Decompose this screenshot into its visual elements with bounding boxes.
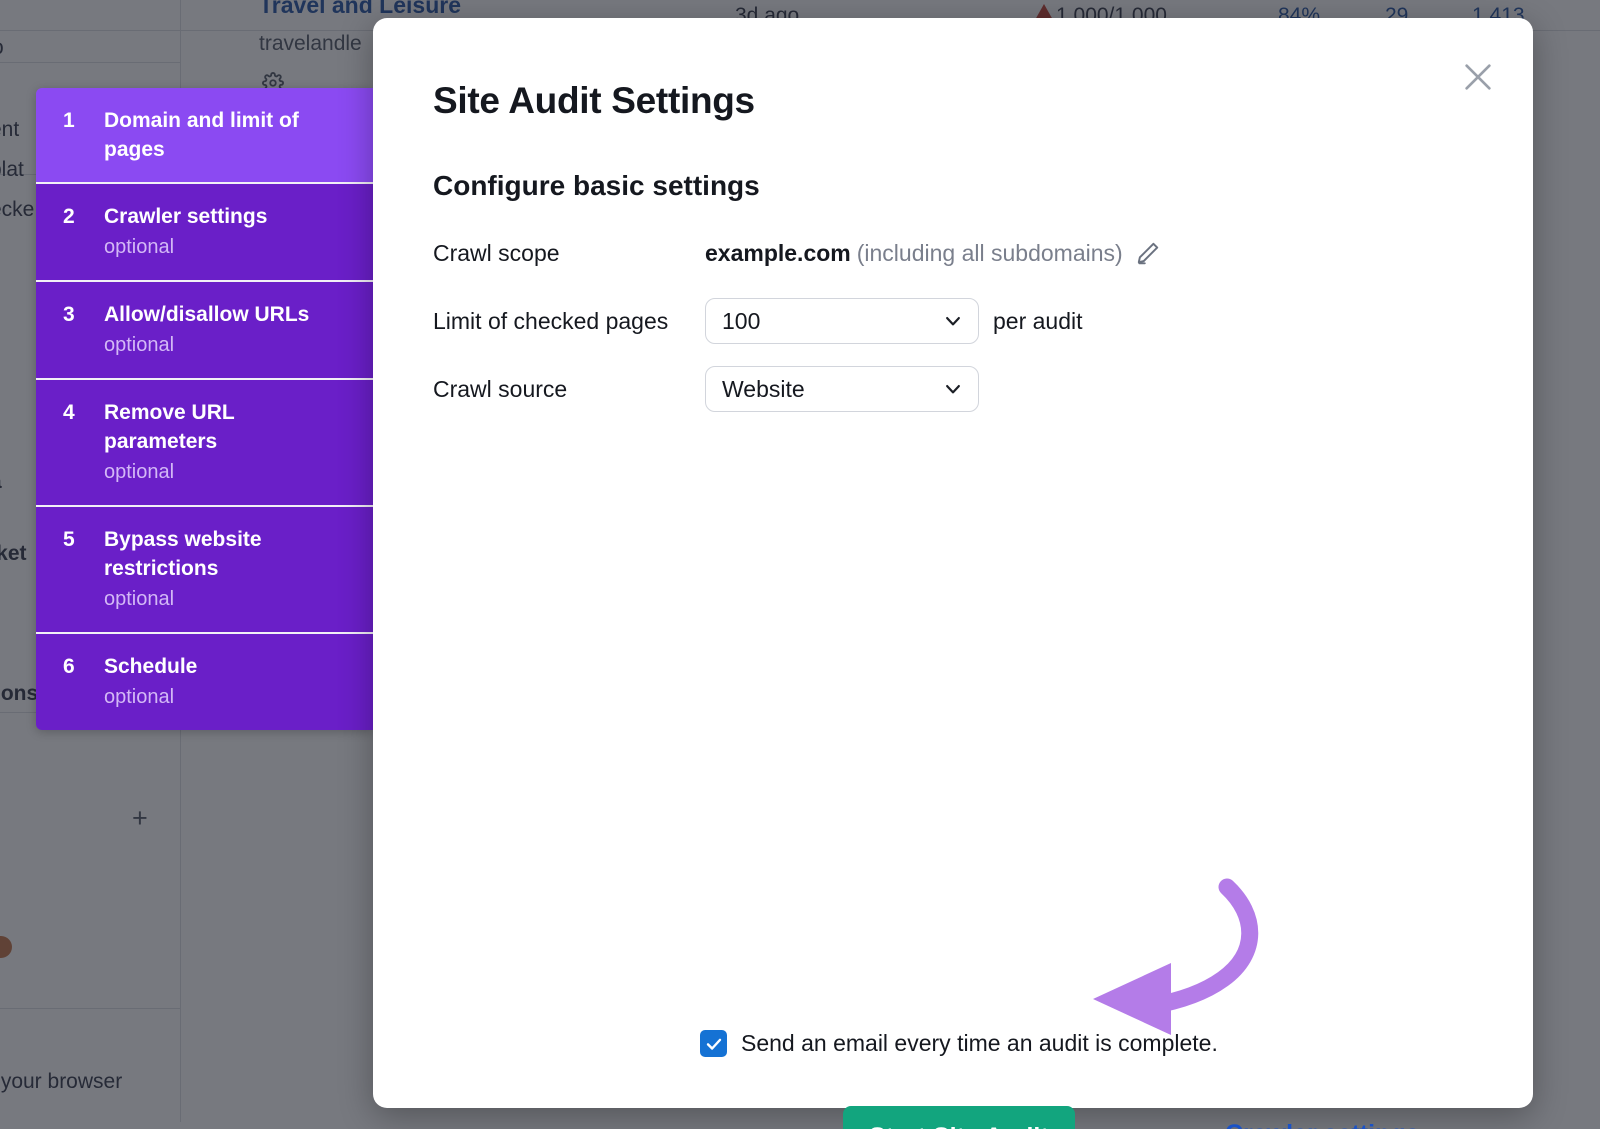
step-number: 2: [36, 202, 104, 262]
crawler-settings-link[interactable]: Crawler settings →: [1225, 1120, 1464, 1129]
sidebar-step-5[interactable]: 5 Bypass website restrictions optional: [36, 507, 373, 634]
step-title: Schedule: [104, 652, 319, 681]
email-notification-label: Send an email every time an audit is com…: [741, 1030, 1218, 1057]
step-number: 3: [36, 300, 104, 360]
step-number: 6: [36, 652, 104, 712]
pencil-icon[interactable]: [1135, 240, 1161, 266]
sidebar-step-2[interactable]: 2 Crawler settings optional: [36, 184, 373, 282]
crawl-scope-value: example.com: [705, 240, 851, 266]
avatar: [0, 936, 12, 958]
crawl-source-select-wrap: WebsiteSitemaps on siteEnter sitemap URL…: [705, 366, 979, 412]
site-audit-settings-modal: Site Audit Settings Configure basic sett…: [373, 18, 1533, 1108]
close-icon[interactable]: [1449, 48, 1507, 106]
step-title: Domain and limit of pages: [104, 106, 319, 164]
limit-of-checked-pages-row: Limit of checked pages 1005001,0005,0001…: [433, 298, 1493, 344]
step-title: Crawler settings: [104, 202, 319, 231]
crawl-source-row: Crawl source WebsiteSitemaps on siteEnte…: [433, 366, 1493, 412]
sidebar-step-6[interactable]: 6 Schedule optional: [36, 634, 373, 730]
limit-select[interactable]: 1005001,0005,00010,000: [705, 298, 979, 344]
email-notification-checkbox[interactable]: [700, 1030, 727, 1057]
limit-select-wrap: 1005001,0005,00010,000: [705, 298, 979, 344]
step-optional-label: optional: [104, 584, 357, 614]
divider: [0, 62, 180, 63]
plus-icon: +: [132, 803, 148, 834]
sidebar-step-1[interactable]: 1 Domain and limit of pages: [36, 88, 373, 184]
email-notification-row: Send an email every time an audit is com…: [700, 1030, 1218, 1057]
sidebar-step-3[interactable]: 3 Allow/disallow URLs optional: [36, 282, 373, 380]
background-fragment: ecke: [0, 198, 34, 222]
crawl-scope-value-group: example.com(including all subdomains): [705, 240, 1161, 267]
step-number: 4: [36, 398, 104, 487]
sidebar-step-4[interactable]: 4 Remove URL parameters optional: [36, 380, 373, 507]
background-fragment: tions: [0, 682, 38, 706]
step-title: Remove URL parameters: [104, 398, 319, 456]
step-optional-label: optional: [104, 232, 357, 262]
background-fragment: o: [0, 36, 4, 60]
start-site-audit-button[interactable]: Start Site Audit: [843, 1106, 1075, 1129]
background-site-url: travelandle: [259, 32, 362, 56]
page-title: Site Audit Settings: [433, 80, 755, 122]
step-optional-label: optional: [104, 682, 357, 712]
background-fragment: r your browser: [0, 1070, 122, 1094]
crawler-settings-label: Crawler settings: [1225, 1120, 1420, 1129]
divider: [180, 722, 181, 1122]
crawl-source-label: Crawl source: [433, 376, 705, 403]
background-fragment: a: [0, 470, 2, 494]
crawl-scope-label: Crawl scope: [433, 240, 705, 267]
limit-label: Limit of checked pages: [433, 308, 705, 335]
background-fragment: ent: [0, 118, 19, 142]
crawl-scope-row: Crawl scope example.com(including all su…: [433, 230, 1493, 276]
step-number: 5: [36, 525, 104, 614]
step-title: Bypass website restrictions: [104, 525, 319, 583]
background-fragment: rket: [0, 542, 27, 566]
step-optional-label: optional: [104, 457, 357, 487]
divider: [0, 1008, 180, 1009]
screen: Travel and Leisure travelandle 3d ago 1,…: [0, 0, 1600, 1129]
basic-settings-form: Crawl scope example.com(including all su…: [433, 230, 1493, 412]
step-title: Allow/disallow URLs: [104, 300, 319, 329]
arrow-right-icon: →: [1436, 1121, 1464, 1129]
step-number: 1: [36, 106, 104, 164]
step-optional-label: optional: [104, 330, 357, 360]
settings-step-sidebar: 1 Domain and limit of pages 2 Crawler se…: [36, 88, 373, 730]
crawl-scope-note: (including all subdomains): [857, 240, 1123, 266]
section-title: Configure basic settings: [433, 170, 760, 202]
limit-suffix: per audit: [993, 308, 1083, 335]
background-fragment: plat: [0, 158, 24, 182]
crawl-source-select[interactable]: WebsiteSitemaps on siteEnter sitemap URL…: [705, 366, 979, 412]
background-site-name: Travel and Leisure: [259, 0, 461, 19]
